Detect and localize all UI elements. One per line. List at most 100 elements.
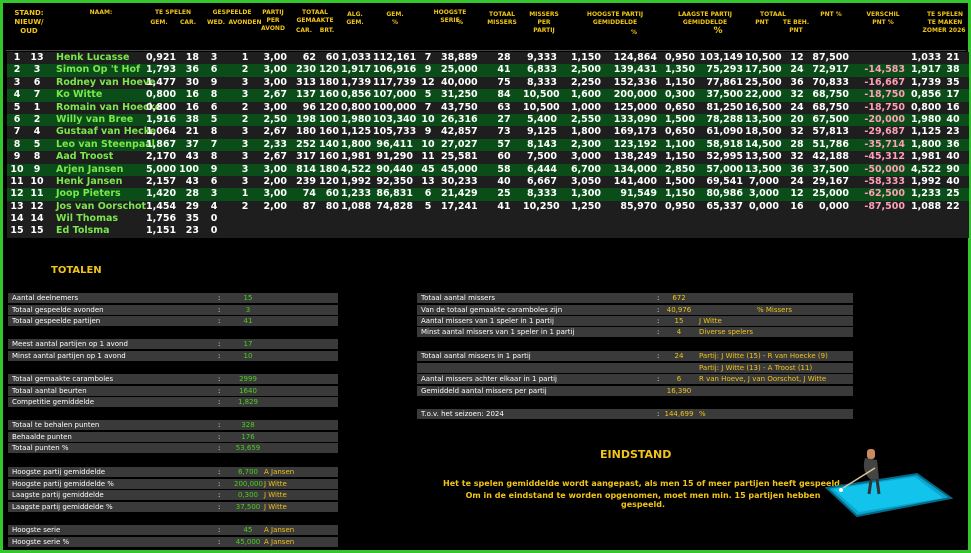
totalen-label: Aantal deelnemers bbox=[12, 294, 79, 302]
missers-sep: : bbox=[657, 294, 660, 302]
cell-nieuw: 9 bbox=[13, 151, 21, 163]
cell-lpg: 0,950 bbox=[664, 52, 695, 63]
eindstand-note-2: Om in de eindstand te worden opgenomen, … bbox=[465, 491, 821, 509]
cell-tbrt: 60 bbox=[325, 52, 339, 63]
missers-value: 144,699 bbox=[664, 410, 694, 418]
cell-pntpct: 87,500 bbox=[812, 52, 849, 63]
totalen-value: 3 bbox=[245, 306, 251, 314]
cell-zgem: 1,233 bbox=[911, 188, 942, 200]
cell-hpgpct: 134,000 bbox=[613, 163, 657, 175]
header-pnt: PNT bbox=[755, 19, 769, 26]
cell-gem: 0,921 bbox=[146, 52, 177, 63]
cell-hs: 10 bbox=[421, 113, 435, 125]
cell-avonden: 3 bbox=[241, 138, 249, 150]
cell-lpg: 2,850 bbox=[664, 163, 695, 175]
table-row: 9 8 Aad Troost 2,170 43 8 3 2,67 317 160 1,981 91,2… bbox=[7, 151, 969, 164]
cell-pnt: 18,500 bbox=[745, 126, 782, 138]
cell-zcar: 23 bbox=[946, 126, 960, 138]
cell-wed: 9 bbox=[210, 163, 218, 175]
cell-hspct: 42,857 bbox=[441, 126, 478, 138]
cell-pnt: 14,500 bbox=[745, 138, 782, 150]
cell-hpg: 2,250 bbox=[570, 76, 601, 88]
cell-mpp: 7,500 bbox=[526, 151, 557, 163]
missers-item: Gemiddeld aantal missers per partij 16,39… bbox=[417, 386, 853, 396]
cell-pnt: 0,000 bbox=[748, 200, 779, 212]
missers-label: T.o.v. het seizoen: 2024 bbox=[421, 410, 504, 418]
cell-hpg: 3,000 bbox=[570, 151, 601, 163]
cell-tcar: 239 bbox=[296, 175, 316, 187]
cell-lpg: 1,500 bbox=[664, 175, 695, 187]
totalen-value: 0,300 bbox=[237, 491, 259, 499]
cell-car: 43 bbox=[185, 175, 199, 187]
cell-wed: 5 bbox=[210, 113, 218, 125]
cell-hs: 7 bbox=[424, 52, 432, 63]
cell-pnt: 25,500 bbox=[745, 76, 782, 88]
totalen-sep: : bbox=[218, 538, 221, 546]
cell-tbrt: 120 bbox=[319, 101, 339, 113]
cell-tbrt: 60 bbox=[325, 188, 339, 200]
cell-hs: 45 bbox=[421, 163, 435, 175]
header-wed: WED. bbox=[207, 19, 225, 26]
totalen-item: Hoogste serie: 45 A Jansen bbox=[8, 525, 338, 535]
cell-mpp: 5,400 bbox=[526, 113, 557, 125]
cell-hspct: 30,233 bbox=[441, 175, 478, 187]
billiard-player-icon bbox=[824, 449, 953, 518]
cell-alg: 1,917 bbox=[341, 64, 372, 76]
cell-pntpct: 68,750 bbox=[812, 101, 849, 113]
cell-tbp: 24 bbox=[790, 101, 804, 113]
cell-gem: 1,756 bbox=[146, 213, 177, 225]
totalen-label: Hoogste serie % bbox=[12, 538, 70, 546]
cell-lpgpct: 103,149 bbox=[699, 52, 743, 63]
cell-pntpct: 42,188 bbox=[812, 151, 849, 163]
header-gespeelde: GESPEELDE bbox=[212, 9, 252, 16]
missers-item: T.o.v. het seizoen: 2024:144,699% bbox=[417, 409, 853, 419]
cell-hpg: 1,150 bbox=[570, 52, 601, 63]
cell-miss: 73 bbox=[497, 126, 511, 138]
cell-car: 28 bbox=[185, 188, 199, 200]
cell-tbrt: 160 bbox=[319, 89, 339, 101]
cell-pntpct: 68,750 bbox=[812, 89, 849, 101]
cell-pntpct: 29,167 bbox=[812, 175, 849, 187]
cell-hspct: 38,889 bbox=[441, 52, 478, 63]
cell-wed: 0 bbox=[210, 213, 218, 225]
missers-value: 15 bbox=[674, 317, 684, 325]
cell-mpp: 10,500 bbox=[523, 89, 560, 101]
cell-avonden: 3 bbox=[241, 89, 249, 101]
cell-hpgpct: 200,000 bbox=[613, 89, 657, 101]
missers-sep: : bbox=[657, 375, 660, 383]
cell-tbp: 28 bbox=[790, 138, 804, 150]
cell-gpct: 107,000 bbox=[373, 89, 417, 101]
cell-nieuw: 6 bbox=[13, 113, 21, 125]
totalen-label: Hoogste partij gemiddelde % bbox=[12, 480, 114, 488]
cell-tbp: 20 bbox=[790, 113, 804, 125]
cell-wed: 4 bbox=[210, 200, 218, 212]
cell-zgem: 1,992 bbox=[911, 175, 942, 187]
totalen-value: 1,829 bbox=[237, 398, 259, 406]
cell-zcar: 36 bbox=[946, 138, 960, 150]
cell-tbrt: 180 bbox=[319, 76, 339, 88]
cell-alg: 1,992 bbox=[341, 175, 372, 187]
cell-mpp: 8,333 bbox=[526, 188, 557, 200]
table-row: 10 9 Arjen Jansen 5,000 100 9 3 3,00 814 180 4,522… bbox=[7, 163, 969, 176]
cell-tbp: 36 bbox=[790, 163, 804, 175]
cell-alg: 0,800 bbox=[341, 101, 372, 113]
cell-gem: 1,454 bbox=[146, 200, 177, 212]
cell-alg: 1,033 bbox=[341, 52, 372, 63]
cell-zcar: 25 bbox=[946, 188, 960, 200]
cell-lpg: 1,150 bbox=[664, 188, 695, 200]
cell-wed: 6 bbox=[210, 175, 218, 187]
cell-gpct: 100,000 bbox=[373, 101, 417, 113]
cell-zcar: 40 bbox=[946, 113, 960, 125]
cell-gpct: 92,350 bbox=[376, 175, 413, 187]
cell-hs: 13 bbox=[421, 175, 435, 187]
missers-extra: Diverse spelers bbox=[699, 328, 754, 336]
table-row: 11 10 Henk Jansen 2,157 43 6 3 2,00 239 120 1,992 9… bbox=[7, 175, 969, 189]
header-divider bbox=[6, 50, 966, 51]
cell-ppa: 2,50 bbox=[263, 113, 287, 125]
totalen-label: Totaal gemaakte caramboles bbox=[12, 375, 114, 383]
cell-nieuw: 2 bbox=[13, 64, 21, 76]
missers-item: Van de totaal gemaakte caramboles zijn:4… bbox=[417, 305, 853, 315]
totalen-sep: : bbox=[218, 317, 221, 325]
totalen-item: Totaal gespeelde avonden: 3 bbox=[8, 305, 338, 315]
header-totaal-gemaakte: TOTAAL GEMAAKTE bbox=[296, 9, 334, 24]
